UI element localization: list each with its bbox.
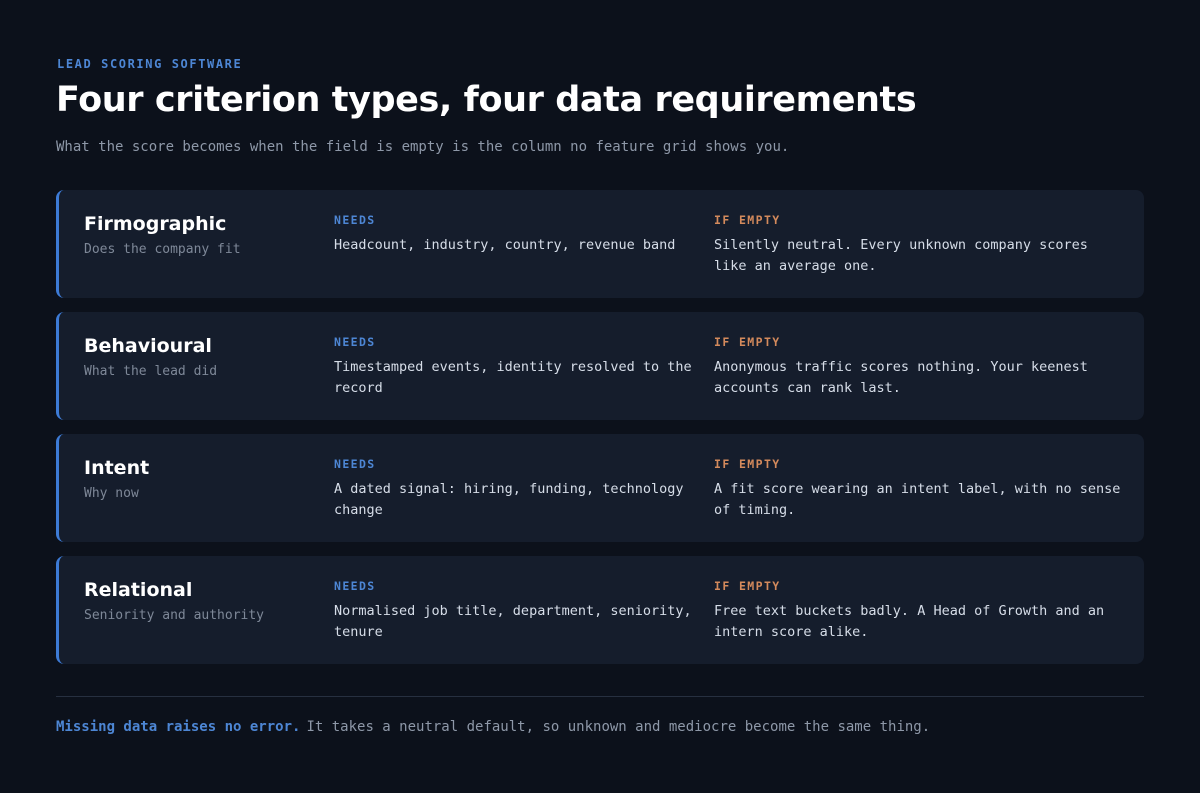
criterion-description: What the lead did	[84, 364, 218, 379]
criterion-card-relational: Relational Seniority and authority NEEDS…	[56, 556, 1144, 664]
if-empty-text: Anonymous traffic scores nothing. Your k…	[714, 359, 1088, 396]
needs-text: Headcount, industry, country, revenue ba…	[334, 237, 676, 253]
footer-text: It takes a neutral default, so unknown a…	[306, 719, 931, 735]
needs-label: NEEDS	[334, 457, 376, 471]
if-empty-label: IF EMPTY	[714, 579, 781, 593]
needs-text: A dated signal: hiring, funding, technol…	[334, 481, 684, 518]
divider	[56, 696, 1144, 697]
if-empty-text: Silently neutral. Every unknown company …	[714, 237, 1088, 274]
if-empty-text: Free text buckets badly. A Head of Growt…	[714, 603, 1105, 640]
criterion-description: Does the company fit	[84, 242, 241, 257]
if-empty-label: IF EMPTY	[714, 457, 781, 471]
eyebrow-label: LEAD SCORING SOFTWARE	[57, 57, 243, 71]
criterion-card-firmographic: Firmographic Does the company fit NEEDS …	[56, 190, 1144, 298]
footer-emphasis: Missing data raises no error.	[56, 719, 301, 735]
if-empty-label: IF EMPTY	[714, 213, 781, 227]
criterion-name: Firmographic	[84, 213, 227, 235]
if-empty-text: A fit score wearing an intent label, wit…	[714, 481, 1121, 518]
needs-label: NEEDS	[334, 335, 376, 349]
criterion-card-behavioural: Behavioural What the lead did NEEDS Time…	[56, 312, 1144, 420]
criterion-card-intent: Intent Why now NEEDS A dated signal: hir…	[56, 434, 1144, 542]
criterion-description: Why now	[84, 486, 139, 501]
needs-text: Timestamped events, identity resolved to…	[334, 359, 692, 396]
needs-label: NEEDS	[334, 213, 376, 227]
footer-note: Missing data raises no error. It takes a …	[56, 719, 930, 735]
criterion-name: Intent	[84, 457, 150, 479]
needs-label: NEEDS	[334, 579, 376, 593]
criteria-list: Firmographic Does the company fit NEEDS …	[56, 190, 1144, 678]
criterion-description: Seniority and authority	[84, 608, 265, 623]
page-title: Four criterion types, four data requirem…	[56, 80, 917, 120]
if-empty-label: IF EMPTY	[714, 335, 781, 349]
criterion-name: Relational	[84, 579, 193, 601]
needs-text: Normalised job title, department, senior…	[334, 603, 692, 640]
criterion-name: Behavioural	[84, 335, 212, 357]
page-subtitle: What the score becomes when the field is…	[56, 139, 790, 155]
